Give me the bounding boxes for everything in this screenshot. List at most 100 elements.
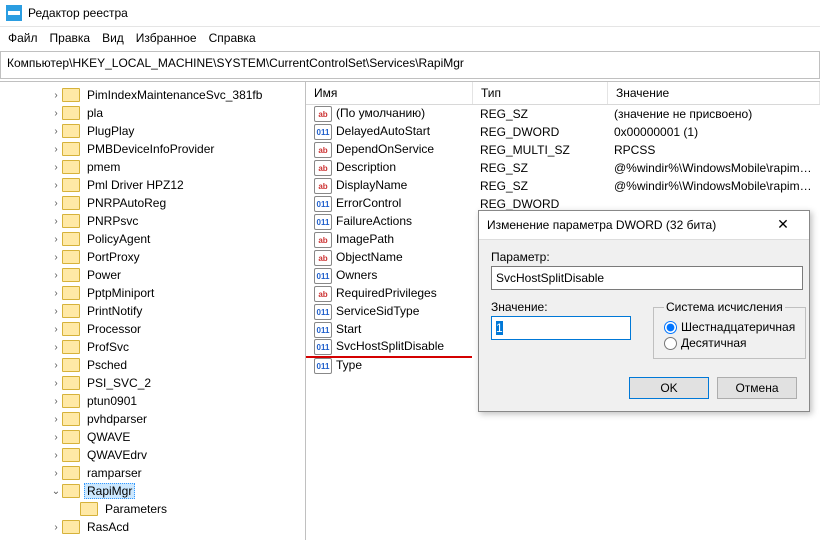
folder-icon xyxy=(62,358,80,372)
value-name: (По умолчанию) xyxy=(336,106,425,120)
expand-icon[interactable] xyxy=(50,126,62,137)
col-type[interactable]: Тип xyxy=(473,82,608,104)
folder-icon xyxy=(62,448,80,462)
tree-item[interactable]: QWAVE xyxy=(10,428,306,446)
value-type-icon: ab xyxy=(314,142,332,158)
tree-item[interactable]: pmem xyxy=(10,158,306,176)
key-tree[interactable]: PimIndexMaintenanceSvc_381fbplaPlugPlayP… xyxy=(0,82,306,540)
expand-icon[interactable] xyxy=(50,486,62,497)
tree-item[interactable]: PortProxy xyxy=(10,248,306,266)
list-row[interactable]: ab(По умолчанию)REG_SZ(значение не присв… xyxy=(306,105,820,123)
expand-icon[interactable] xyxy=(50,90,62,101)
value-data xyxy=(606,203,820,205)
tree-item[interactable]: PrintNotify xyxy=(10,302,306,320)
tree-item[interactable]: RasAcd xyxy=(10,518,306,536)
col-name[interactable]: Имя xyxy=(306,82,473,104)
expand-icon[interactable] xyxy=(50,432,62,443)
tree-item-label: PNRPsvc xyxy=(84,214,141,228)
tree-item[interactable]: ProfSvc xyxy=(10,338,306,356)
address-bar[interactable]: Компьютер\HKEY_LOCAL_MACHINE\SYSTEM\Curr… xyxy=(0,51,820,79)
expand-icon[interactable] xyxy=(50,378,62,389)
tree-item[interactable]: PptpMiniport xyxy=(10,284,306,302)
tree-item[interactable]: Processor xyxy=(10,320,306,338)
expand-icon[interactable] xyxy=(50,360,62,371)
expand-icon[interactable] xyxy=(50,324,62,335)
param-label: Параметр: xyxy=(491,250,797,264)
tree-item[interactable]: PNRPsvc xyxy=(10,212,306,230)
value-type: REG_SZ xyxy=(472,178,606,194)
tree-item[interactable]: Parameters xyxy=(10,500,306,518)
folder-icon xyxy=(62,142,80,156)
tree-item[interactable]: Pml Driver HPZ12 xyxy=(10,176,306,194)
value-data: RPCSS xyxy=(606,142,820,158)
expand-icon[interactable] xyxy=(50,162,62,173)
tree-item[interactable]: QWAVEdrv xyxy=(10,446,306,464)
expand-icon[interactable] xyxy=(50,270,62,281)
tree-item[interactable]: RapiMgr xyxy=(10,482,306,500)
menu-file[interactable]: Файл xyxy=(8,31,38,45)
tree-item[interactable]: PNRPAutoReg xyxy=(10,194,306,212)
tree-item[interactable]: PlugPlay xyxy=(10,122,306,140)
list-row[interactable]: abDependOnServiceREG_MULTI_SZRPCSS xyxy=(306,141,820,159)
value-name: ServiceSidType xyxy=(336,304,419,318)
value-type-icon: ab xyxy=(314,106,332,122)
tree-item[interactable]: Power xyxy=(10,266,306,284)
value-name: Owners xyxy=(336,268,377,282)
value-type: REG_MULTI_SZ xyxy=(472,142,606,158)
expand-icon[interactable] xyxy=(50,342,62,353)
folder-icon xyxy=(62,286,80,300)
list-row[interactable]: abDisplayNameREG_SZ@%windir%\WindowsMobi… xyxy=(306,177,820,195)
value-name: Description xyxy=(336,160,396,174)
list-row[interactable]: abDescriptionREG_SZ@%windir%\WindowsMobi… xyxy=(306,159,820,177)
expand-icon[interactable] xyxy=(50,252,62,263)
menu-edit[interactable]: Правка xyxy=(50,31,91,45)
tree-item-label: pvhdparser xyxy=(84,412,150,426)
expand-icon[interactable] xyxy=(50,396,62,407)
value-name: ErrorControl xyxy=(336,196,401,210)
tree-item-label: QWAVEdrv xyxy=(84,448,150,462)
expand-icon[interactable] xyxy=(50,306,62,317)
col-value[interactable]: Значение xyxy=(608,82,820,104)
expand-icon[interactable] xyxy=(50,522,62,533)
expand-icon[interactable] xyxy=(50,288,62,299)
list-row[interactable]: 011DelayedAutoStartREG_DWORD0x00000001 (… xyxy=(306,123,820,141)
radix-hex-radio[interactable] xyxy=(664,321,677,334)
tree-item[interactable]: PMBDeviceInfoProvider xyxy=(10,140,306,158)
tree-item[interactable]: PSI_SVC_2 xyxy=(10,374,306,392)
tree-item[interactable]: pla xyxy=(10,104,306,122)
value-type-icon: ab xyxy=(314,250,332,266)
expand-icon[interactable] xyxy=(50,180,62,191)
tree-item[interactable]: ramparser xyxy=(10,464,306,482)
expand-icon[interactable] xyxy=(50,144,62,155)
expand-icon[interactable] xyxy=(50,216,62,227)
expand-icon[interactable] xyxy=(50,108,62,119)
value-type-icon: ab xyxy=(314,160,332,176)
radix-dec-radio[interactable] xyxy=(664,337,677,350)
expand-icon[interactable] xyxy=(50,198,62,209)
menu-view[interactable]: Вид xyxy=(102,31,124,45)
expand-icon[interactable] xyxy=(50,468,62,479)
tree-item[interactable]: PimIndexMaintenanceSvc_381fb xyxy=(10,86,306,104)
cancel-button[interactable]: Отмена xyxy=(717,377,797,399)
tree-item-label: PSI_SVC_2 xyxy=(84,376,154,390)
close-icon[interactable]: ✕ xyxy=(765,214,801,236)
tree-item-label: Pml Driver HPZ12 xyxy=(84,178,187,192)
tree-item[interactable]: ptun0901 xyxy=(10,392,306,410)
param-name-field[interactable] xyxy=(491,266,803,290)
value-data-field[interactable] xyxy=(491,316,631,340)
tree-item-label: PptpMiniport xyxy=(84,286,157,300)
folder-icon xyxy=(62,232,80,246)
tree-item-label: Processor xyxy=(84,322,144,336)
menu-favorites[interactable]: Избранное xyxy=(136,31,197,45)
expand-icon[interactable] xyxy=(50,450,62,461)
expand-icon[interactable] xyxy=(50,414,62,425)
menu-help[interactable]: Справка xyxy=(209,31,256,45)
window-title: Редактор реестра xyxy=(28,6,128,20)
value-data: (значение не присвоено) xyxy=(606,106,820,122)
expand-icon[interactable] xyxy=(50,234,62,245)
ok-button[interactable]: OK xyxy=(629,377,709,399)
tree-item[interactable]: pvhdparser xyxy=(10,410,306,428)
tree-item[interactable]: PolicyAgent xyxy=(10,230,306,248)
tree-item[interactable]: Psched xyxy=(10,356,306,374)
value-type: REG_DWORD xyxy=(472,124,606,140)
